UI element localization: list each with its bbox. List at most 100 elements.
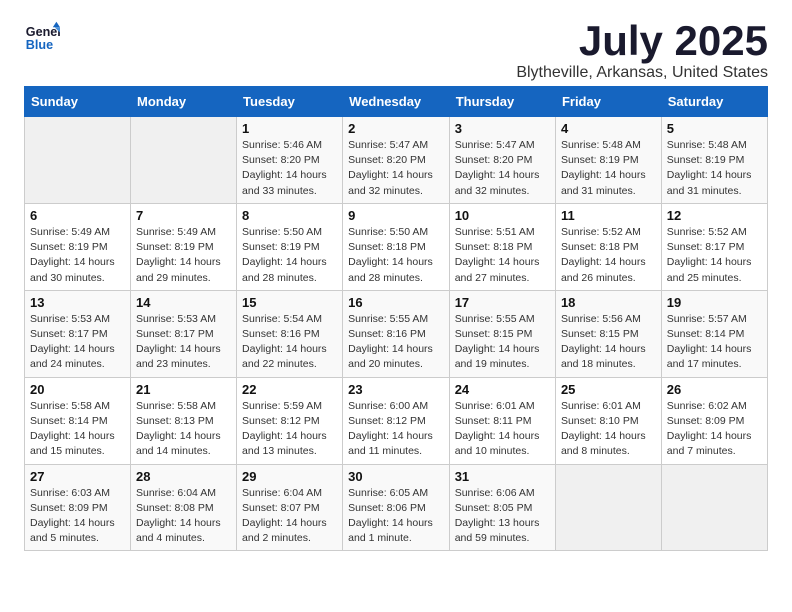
day-number: 3 (455, 121, 550, 136)
page-header: General Blue July 2025 Blytheville, Arka… (24, 20, 768, 82)
title-block: July 2025 Blytheville, Arkansas, United … (516, 20, 768, 82)
day-detail: Sunrise: 5:49 AM Sunset: 8:19 PM Dayligh… (136, 225, 231, 286)
weekday-header-row: SundayMondayTuesdayWednesdayThursdayFrid… (25, 87, 768, 117)
day-detail: Sunrise: 5:52 AM Sunset: 8:18 PM Dayligh… (561, 225, 656, 286)
day-number: 6 (30, 208, 125, 223)
day-number: 22 (242, 382, 337, 397)
calendar-cell: 13 Sunrise: 5:53 AM Sunset: 8:17 PM Dayli… (25, 290, 131, 377)
day-number: 4 (561, 121, 656, 136)
weekday-header-sunday: Sunday (25, 87, 131, 117)
weekday-header-friday: Friday (555, 87, 661, 117)
calendar-cell: 29 Sunrise: 6:04 AM Sunset: 8:07 PM Dayli… (237, 464, 343, 551)
day-number: 5 (667, 121, 762, 136)
weekday-header-tuesday: Tuesday (237, 87, 343, 117)
day-detail: Sunrise: 6:04 AM Sunset: 8:08 PM Dayligh… (136, 486, 231, 547)
day-detail: Sunrise: 5:53 AM Sunset: 8:17 PM Dayligh… (136, 312, 231, 373)
calendar-cell: 22 Sunrise: 5:59 AM Sunset: 8:12 PM Dayli… (237, 377, 343, 464)
day-number: 18 (561, 295, 656, 310)
day-detail: Sunrise: 5:47 AM Sunset: 8:20 PM Dayligh… (348, 138, 444, 199)
day-number: 1 (242, 121, 337, 136)
day-detail: Sunrise: 5:48 AM Sunset: 8:19 PM Dayligh… (667, 138, 762, 199)
day-number: 26 (667, 382, 762, 397)
day-detail: Sunrise: 6:06 AM Sunset: 8:05 PM Dayligh… (455, 486, 550, 547)
calendar-cell: 18 Sunrise: 5:56 AM Sunset: 8:15 PM Dayli… (555, 290, 661, 377)
day-detail: Sunrise: 5:53 AM Sunset: 8:17 PM Dayligh… (30, 312, 125, 373)
day-detail: Sunrise: 5:58 AM Sunset: 8:14 PM Dayligh… (30, 399, 125, 460)
calendar-cell: 3 Sunrise: 5:47 AM Sunset: 8:20 PM Daylig… (449, 117, 555, 204)
calendar-cell: 23 Sunrise: 6:00 AM Sunset: 8:12 PM Dayli… (343, 377, 450, 464)
svg-text:Blue: Blue (26, 38, 53, 52)
calendar-cell: 24Sunrise: 6:01 AM Sunset: 8:11 PM Dayli… (449, 377, 555, 464)
calendar-cell: 27 Sunrise: 6:03 AM Sunset: 8:09 PM Dayli… (25, 464, 131, 551)
calendar-cell (555, 464, 661, 551)
day-detail: Sunrise: 5:56 AM Sunset: 8:15 PM Dayligh… (561, 312, 656, 373)
calendar-cell: 9Sunrise: 5:50 AM Sunset: 8:18 PM Daylig… (343, 203, 450, 290)
calendar-cell: 17Sunrise: 5:55 AM Sunset: 8:15 PM Dayli… (449, 290, 555, 377)
weekday-header-monday: Monday (131, 87, 237, 117)
calendar-cell: 5 Sunrise: 5:48 AM Sunset: 8:19 PM Daylig… (661, 117, 767, 204)
day-detail: Sunrise: 5:50 AM Sunset: 8:19 PM Dayligh… (242, 225, 337, 286)
day-number: 19 (667, 295, 762, 310)
calendar-week-row: 1Sunrise: 5:46 AM Sunset: 8:20 PM Daylig… (25, 117, 768, 204)
calendar-cell: 1Sunrise: 5:46 AM Sunset: 8:20 PM Daylig… (237, 117, 343, 204)
calendar-cell: 30 Sunrise: 6:05 AM Sunset: 8:06 PM Dayli… (343, 464, 450, 551)
calendar-cell: 8 Sunrise: 5:50 AM Sunset: 8:19 PM Daylig… (237, 203, 343, 290)
day-number: 17 (455, 295, 550, 310)
day-number: 30 (348, 469, 444, 484)
day-detail: Sunrise: 6:01 AM Sunset: 8:11 PM Dayligh… (455, 399, 550, 460)
day-number: 27 (30, 469, 125, 484)
day-number: 14 (136, 295, 231, 310)
day-number: 15 (242, 295, 337, 310)
month-title: July 2025 (516, 20, 768, 62)
logo: General Blue (24, 20, 60, 56)
day-detail: Sunrise: 6:03 AM Sunset: 8:09 PM Dayligh… (30, 486, 125, 547)
day-number: 12 (667, 208, 762, 223)
day-number: 9 (348, 208, 444, 223)
day-detail: Sunrise: 6:05 AM Sunset: 8:06 PM Dayligh… (348, 486, 444, 547)
calendar-cell: 20Sunrise: 5:58 AM Sunset: 8:14 PM Dayli… (25, 377, 131, 464)
day-number: 11 (561, 208, 656, 223)
calendar-cell: 6 Sunrise: 5:49 AM Sunset: 8:19 PM Daylig… (25, 203, 131, 290)
calendar-cell (131, 117, 237, 204)
calendar-week-row: 20Sunrise: 5:58 AM Sunset: 8:14 PM Dayli… (25, 377, 768, 464)
weekday-header-wednesday: Wednesday (343, 87, 450, 117)
calendar-week-row: 27 Sunrise: 6:03 AM Sunset: 8:09 PM Dayli… (25, 464, 768, 551)
day-detail: Sunrise: 5:57 AM Sunset: 8:14 PM Dayligh… (667, 312, 762, 373)
calendar-cell: 25Sunrise: 6:01 AM Sunset: 8:10 PM Dayli… (555, 377, 661, 464)
calendar-table: SundayMondayTuesdayWednesdayThursdayFrid… (24, 86, 768, 551)
location-title: Blytheville, Arkansas, United States (516, 64, 768, 82)
day-detail: Sunrise: 5:54 AM Sunset: 8:16 PM Dayligh… (242, 312, 337, 373)
day-number: 8 (242, 208, 337, 223)
calendar-cell: 4 Sunrise: 5:48 AM Sunset: 8:19 PM Daylig… (555, 117, 661, 204)
day-number: 2 (348, 121, 444, 136)
calendar-cell: 11 Sunrise: 5:52 AM Sunset: 8:18 PM Dayli… (555, 203, 661, 290)
calendar-cell: 21 Sunrise: 5:58 AM Sunset: 8:13 PM Dayli… (131, 377, 237, 464)
day-detail: Sunrise: 6:02 AM Sunset: 8:09 PM Dayligh… (667, 399, 762, 460)
day-number: 7 (136, 208, 231, 223)
day-detail: Sunrise: 6:04 AM Sunset: 8:07 PM Dayligh… (242, 486, 337, 547)
weekday-header-saturday: Saturday (661, 87, 767, 117)
day-number: 31 (455, 469, 550, 484)
calendar-cell: 7 Sunrise: 5:49 AM Sunset: 8:19 PM Daylig… (131, 203, 237, 290)
calendar-cell: 28Sunrise: 6:04 AM Sunset: 8:08 PM Dayli… (131, 464, 237, 551)
day-number: 29 (242, 469, 337, 484)
calendar-cell: 19 Sunrise: 5:57 AM Sunset: 8:14 PM Dayli… (661, 290, 767, 377)
day-number: 21 (136, 382, 231, 397)
calendar-week-row: 6 Sunrise: 5:49 AM Sunset: 8:19 PM Daylig… (25, 203, 768, 290)
day-detail: Sunrise: 6:00 AM Sunset: 8:12 PM Dayligh… (348, 399, 444, 460)
day-detail: Sunrise: 5:48 AM Sunset: 8:19 PM Dayligh… (561, 138, 656, 199)
day-number: 16 (348, 295, 444, 310)
day-detail: Sunrise: 5:49 AM Sunset: 8:19 PM Dayligh… (30, 225, 125, 286)
calendar-week-row: 13 Sunrise: 5:53 AM Sunset: 8:17 PM Dayli… (25, 290, 768, 377)
day-detail: Sunrise: 5:55 AM Sunset: 8:16 PM Dayligh… (348, 312, 444, 373)
calendar-cell (25, 117, 131, 204)
calendar-cell: 12Sunrise: 5:52 AM Sunset: 8:17 PM Dayli… (661, 203, 767, 290)
day-detail: Sunrise: 5:51 AM Sunset: 8:18 PM Dayligh… (455, 225, 550, 286)
day-detail: Sunrise: 5:59 AM Sunset: 8:12 PM Dayligh… (242, 399, 337, 460)
day-number: 23 (348, 382, 444, 397)
day-detail: Sunrise: 5:58 AM Sunset: 8:13 PM Dayligh… (136, 399, 231, 460)
calendar-cell: 14 Sunrise: 5:53 AM Sunset: 8:17 PM Dayli… (131, 290, 237, 377)
day-number: 13 (30, 295, 125, 310)
day-detail: Sunrise: 5:47 AM Sunset: 8:20 PM Dayligh… (455, 138, 550, 199)
calendar-cell: 15 Sunrise: 5:54 AM Sunset: 8:16 PM Dayli… (237, 290, 343, 377)
